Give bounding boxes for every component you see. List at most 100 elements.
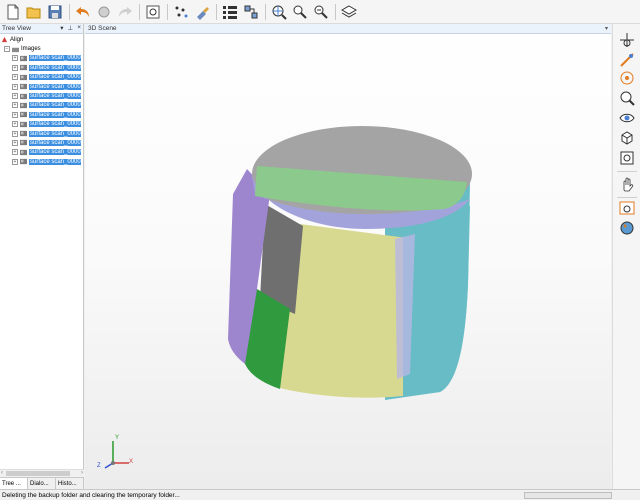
- tree-item-surface-scan[interactable]: + surface scan_0000: [0, 54, 83, 63]
- zoom-fit-icon[interactable]: [619, 90, 635, 106]
- tree-item-surface-scan[interactable]: + surface scan_0000: [0, 129, 83, 138]
- tree-item-surface-scan[interactable]: + surface scan_0000: [0, 73, 83, 82]
- expand-icon[interactable]: +: [12, 158, 18, 165]
- tree-item-label: surface scan_0000: [29, 83, 81, 90]
- layers-icon[interactable]: [340, 3, 358, 21]
- scan-image-icon: [20, 55, 27, 62]
- screenshot-icon[interactable]: [619, 200, 635, 216]
- tree-item-surface-scan[interactable]: + surface scan_0000: [0, 63, 83, 72]
- scan-model[interactable]: [85, 34, 611, 489]
- tab-history[interactable]: Histo...: [56, 478, 84, 489]
- tree-item-label: surface scan_0000: [29, 121, 81, 128]
- panel-menu-icon[interactable]: ▾: [60, 24, 63, 32]
- grid-icon[interactable]: [221, 3, 239, 21]
- expand-icon[interactable]: +: [12, 74, 18, 81]
- scan-image-icon: [20, 130, 27, 137]
- scene-title: 3D Scene: [88, 25, 117, 32]
- network-icon[interactable]: [242, 3, 260, 21]
- hand-icon[interactable]: [619, 176, 635, 192]
- tree-item-label: surface scan_0000: [29, 130, 81, 137]
- pan-zoom-icon[interactable]: [619, 32, 635, 48]
- scroll-right-icon[interactable]: ›: [81, 470, 83, 476]
- tree-item-surface-scan[interactable]: + surface scan_0000: [0, 148, 83, 157]
- scan-image-icon: [20, 84, 27, 90]
- cube-icon[interactable]: [619, 130, 635, 146]
- expand-icon[interactable]: +: [12, 139, 18, 146]
- palette-icon[interactable]: [619, 220, 635, 236]
- axis-x-label: X: [129, 459, 134, 465]
- tree-item-surface-scan[interactable]: + surface scan_0000: [0, 157, 83, 166]
- camera-icon[interactable]: [619, 150, 635, 166]
- tab-tree[interactable]: Tree ...: [0, 478, 28, 489]
- scan-image-icon: [20, 112, 27, 118]
- close-icon[interactable]: ×: [77, 24, 81, 32]
- open-folder-icon[interactable]: [25, 3, 43, 21]
- scene-dropdown-icon[interactable]: ▾: [605, 25, 608, 32]
- tree-item-surface-scan[interactable]: + surface scan_0000: [0, 91, 83, 100]
- tree-item-label: surface scan_0000: [29, 55, 81, 62]
- tree-item-surface-scan[interactable]: + surface scan_0000: [0, 110, 83, 119]
- scan-image-icon: [20, 102, 27, 109]
- tree-group-images[interactable]: − Images: [0, 44, 83, 53]
- axis-indicator: Y X Z: [95, 433, 135, 475]
- tab-dialog[interactable]: Dialo...: [28, 478, 56, 489]
- tree-item-surface-scan[interactable]: + surface scan_0000: [0, 138, 83, 147]
- toolbar-separator: [216, 3, 217, 20]
- save-icon[interactable]: [46, 3, 64, 21]
- tree-item-label: surface scan_0000: [29, 64, 81, 71]
- toolbar-separator: [139, 3, 140, 20]
- tree-item-label: surface scan_0000: [29, 74, 81, 81]
- scan-image-icon: [20, 140, 27, 146]
- undo-icon[interactable]: [74, 3, 92, 21]
- eye-icon[interactable]: [619, 110, 635, 126]
- expand-icon[interactable]: +: [12, 130, 18, 137]
- tree-item-surface-scan[interactable]: + surface scan_0000: [0, 82, 83, 91]
- toolbar-separator: [265, 3, 266, 20]
- collapse-icon[interactable]: −: [4, 46, 10, 53]
- tree-item-label: surface scan_0000: [29, 158, 81, 165]
- expand-icon[interactable]: +: [12, 121, 18, 128]
- status-bar: Deleting the backup folder and clearing …: [0, 489, 640, 500]
- scrollbar-thumb[interactable]: [6, 471, 70, 476]
- redo-icon[interactable]: [116, 3, 134, 21]
- zoom-globe-icon[interactable]: [270, 3, 288, 21]
- scene-header: 3D Scene ▾: [85, 24, 611, 34]
- scatter-icon[interactable]: [172, 3, 190, 21]
- expand-icon[interactable]: +: [12, 83, 18, 90]
- tools-icon[interactable]: [95, 3, 113, 21]
- settings-icon[interactable]: [144, 3, 162, 21]
- target-icon[interactable]: [619, 70, 635, 86]
- progress-bar: [524, 492, 612, 499]
- expand-icon[interactable]: +: [12, 55, 18, 62]
- expand-icon[interactable]: +: [12, 111, 18, 118]
- expand-icon[interactable]: +: [12, 149, 18, 156]
- right-toolbar: [612, 24, 640, 489]
- horizontal-scrollbar[interactable]: ‹ ›: [0, 469, 84, 477]
- axis-z-label: Z: [97, 463, 101, 469]
- scroll-left-icon[interactable]: ‹: [1, 470, 3, 476]
- expand-icon[interactable]: +: [12, 102, 18, 109]
- measure-icon[interactable]: [619, 52, 635, 68]
- tree-item-label: surface scan_0000: [29, 102, 81, 109]
- tree-item-surface-scan[interactable]: + surface scan_0000: [0, 120, 83, 129]
- expand-icon[interactable]: +: [12, 93, 18, 100]
- tree-item-label: surface scan_0000: [29, 111, 81, 118]
- scan-image-icon: [20, 159, 27, 165]
- tree-item-surface-scan[interactable]: + surface scan_0000: [0, 101, 83, 110]
- zoom-out-icon[interactable]: [312, 3, 330, 21]
- pin-icon[interactable]: ⊥: [68, 24, 74, 32]
- tree-view-title: Tree View: [2, 25, 31, 32]
- search-icon[interactable]: [291, 3, 309, 21]
- 3d-scene-viewport[interactable]: 3D Scene ▾ Y X Z: [85, 24, 611, 489]
- right-toolbar-separator: [617, 197, 637, 198]
- bottom-tabs: Tree ... Dialo... Histo...: [0, 477, 84, 489]
- paint-icon[interactable]: [193, 3, 211, 21]
- tree-item-label: surface scan_0000: [29, 139, 81, 146]
- scan-image-icon: [20, 93, 27, 99]
- axis-y-label: Y: [115, 435, 120, 441]
- tree-root[interactable]: Align: [0, 35, 83, 44]
- new-file-icon[interactable]: [4, 3, 22, 21]
- expand-icon[interactable]: +: [12, 64, 18, 71]
- scan-image-icon: [20, 121, 27, 127]
- toolbar-separator: [167, 3, 168, 20]
